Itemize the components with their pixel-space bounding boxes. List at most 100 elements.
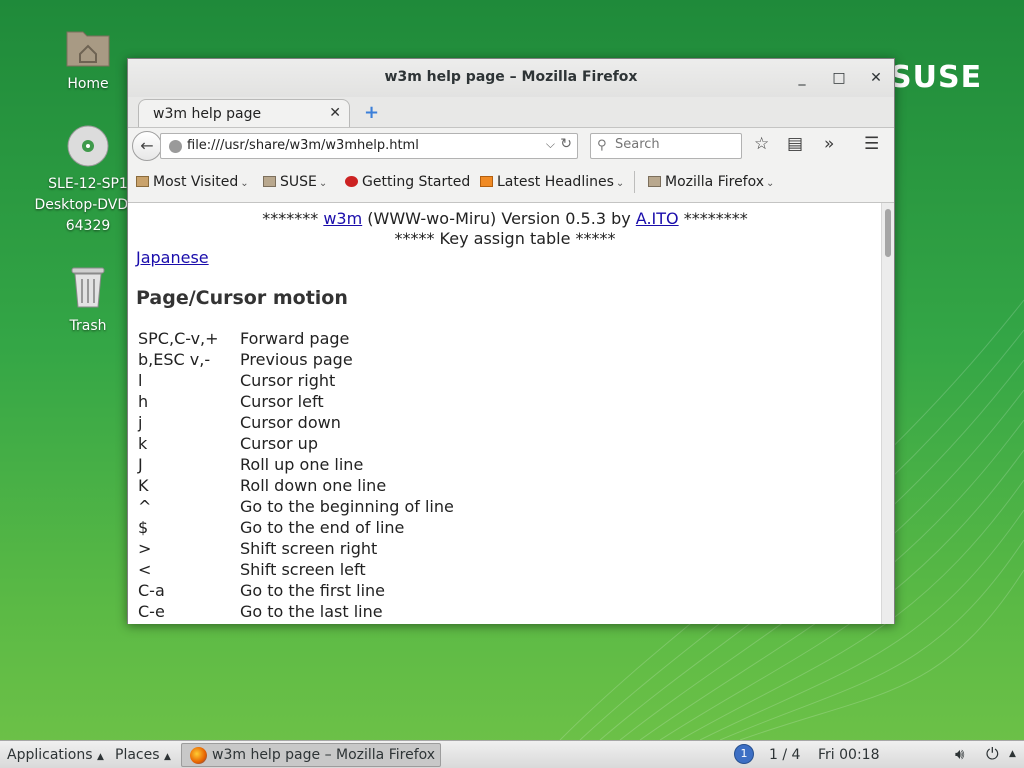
key-action: Roll up one line	[240, 455, 364, 474]
home-folder-icon	[66, 31, 110, 67]
key-action: Cursor down	[240, 413, 341, 432]
key-name: ^	[138, 497, 152, 516]
key-name: <	[138, 560, 152, 579]
w3m-link[interactable]: w3m	[323, 209, 362, 228]
bookmarks-toolbar: Most Visited ⌄ SUSE ⌄ Getting Started Late…	[128, 163, 894, 203]
arrow-up-icon: ▲	[96, 752, 104, 762]
tab-label: w3m help page	[153, 106, 262, 122]
key-name: b,ESC v,-	[138, 350, 211, 369]
desktop-trash-label: Trash	[69, 318, 107, 334]
reading-list-icon[interactable]: ▤	[787, 134, 803, 154]
places-label: Places	[115, 747, 160, 763]
key-action: Shift screen left	[240, 560, 366, 579]
chevron-down-icon: ⌄	[240, 178, 249, 189]
firefox-window: w3m help page – Mozilla Firefox _ □ ✕ w3…	[127, 58, 895, 624]
key-name: J	[138, 455, 143, 474]
back-arrow-icon: ←	[140, 136, 154, 155]
applications-menu[interactable]: Applications ▲	[7, 747, 104, 763]
key-name: >	[138, 539, 152, 558]
most-visited-icon	[136, 176, 149, 187]
minimize-button[interactable]: _	[792, 68, 812, 88]
key-action: Shift screen right	[240, 539, 378, 558]
bookmark-label: Most Visited	[153, 174, 239, 190]
chevron-down-icon: ⌄	[766, 178, 775, 189]
trash-icon	[71, 267, 105, 308]
rss-feed-icon	[480, 176, 493, 187]
places-menu[interactable]: Places ▲	[115, 747, 171, 763]
key-action: Roll down one line	[240, 476, 387, 495]
key-action: Cursor right	[240, 371, 336, 390]
reload-icon[interactable]: ↻	[560, 136, 572, 152]
key-action: Previous page	[240, 350, 353, 369]
key-row: b,ESC v,- Previous page	[138, 350, 353, 371]
new-tab-icon[interactable]: +	[364, 102, 379, 123]
workspace-switcher[interactable]: 1 / 4	[769, 747, 800, 763]
key-row: ^ Go to the beginning of line	[138, 497, 454, 518]
bookmark-label: Getting Started	[362, 174, 471, 190]
key-name: h	[138, 392, 149, 411]
key-name: K	[138, 476, 149, 495]
version-line: ******* w3m (WWW-wo-Miru) Version 0.5.3 …	[128, 209, 882, 228]
bottom-panel: Applications ▲ Places ▲ w3m help page – …	[0, 740, 1024, 768]
bookmark-most-visited[interactable]: Most Visited ⌄	[136, 174, 249, 190]
applications-label: Applications	[7, 747, 93, 763]
search-input[interactable]	[615, 137, 735, 152]
url-dropdown-icon[interactable]: ⌵	[546, 137, 555, 152]
key-row: C-e Go to the last line	[138, 602, 383, 623]
folder-icon	[263, 176, 276, 187]
folder-icon	[648, 176, 661, 187]
key-action: Go to the beginning of line	[240, 497, 454, 516]
close-window-button[interactable]: ✕	[866, 68, 886, 88]
system-menu-arrow-icon[interactable]: ▲	[1009, 749, 1016, 759]
power-icon[interactable]: ⏻	[986, 744, 999, 764]
key-row: h Cursor left	[138, 392, 324, 413]
key-name: k	[138, 434, 148, 453]
globe-icon	[169, 140, 182, 153]
taskbar-firefox-task[interactable]: w3m help page – Mozilla Firefox	[181, 743, 441, 767]
chevron-down-icon: ⌄	[615, 178, 625, 189]
scrollbar-thumb[interactable]	[885, 209, 891, 257]
aito-link[interactable]: A.ITO	[636, 209, 679, 228]
page-content: ******* w3m (WWW-wo-Miru) Version 0.5.3 …	[128, 203, 882, 624]
key-row: > Shift screen right	[138, 539, 377, 560]
key-row: l Cursor right	[138, 371, 335, 392]
section-title: Page/Cursor motion	[136, 287, 348, 309]
back-button[interactable]: ←	[132, 131, 162, 161]
tab-close-icon[interactable]: ✕	[329, 105, 341, 121]
overflow-chevron-icon[interactable]: »	[824, 134, 834, 154]
vertical-scrollbar[interactable]	[881, 203, 894, 624]
key-action: Cursor left	[240, 392, 324, 411]
key-assign-heading: ***** Key assign table *****	[394, 229, 616, 248]
menu-hamburger-icon[interactable]: ☰	[864, 134, 879, 154]
search-box[interactable]: ⚲	[590, 133, 742, 159]
bookmark-suse-folder[interactable]: SUSE ⌄	[263, 174, 327, 190]
key-name: C-e	[138, 602, 165, 621]
key-action: Cursor up	[240, 434, 318, 453]
key-action: Forward page	[240, 329, 350, 348]
arrow-up-icon: ▲	[163, 752, 171, 762]
dvd-disc-icon	[67, 125, 109, 167]
version-stars-right: ********	[678, 209, 748, 228]
window-title: w3m help page – Mozilla Firefox	[384, 69, 638, 85]
maximize-button[interactable]: □	[829, 68, 849, 88]
window-titlebar[interactable]: w3m help page – Mozilla Firefox _ □ ✕	[128, 59, 894, 97]
firefox-icon	[190, 747, 207, 764]
key-name: SPC,C-v,+	[138, 329, 219, 348]
volume-icon[interactable]: 🔊︎	[955, 745, 964, 763]
url-bar[interactable]: file:///usr/share/w3m/w3mhelp.html ⌵ ↻	[160, 133, 578, 159]
key-row: C-a Go to the first line	[138, 581, 385, 602]
bookmark-label: Latest Headlines	[497, 174, 614, 190]
bookmark-getting-started[interactable]: Getting Started	[345, 174, 470, 190]
bookmark-star-icon[interactable]: ☆	[754, 134, 769, 154]
bookmark-separator	[634, 171, 635, 193]
bookmark-latest-headlines[interactable]: Latest Headlines ⌄	[480, 174, 624, 190]
suse-logo-text: SUSE	[890, 60, 983, 95]
key-action: Go to the last line	[240, 602, 383, 621]
clock[interactable]: Fri 00:18	[818, 747, 879, 763]
tab-w3m-help[interactable]: w3m help page ✕	[138, 99, 350, 129]
bookmark-mozilla-firefox[interactable]: Mozilla Firefox ⌄	[648, 174, 774, 190]
japanese-link[interactable]: Japanese	[136, 248, 209, 267]
search-icon: ⚲	[597, 138, 607, 153]
key-name: $	[138, 518, 149, 537]
workspace-badge-icon[interactable]: 1	[734, 744, 754, 764]
